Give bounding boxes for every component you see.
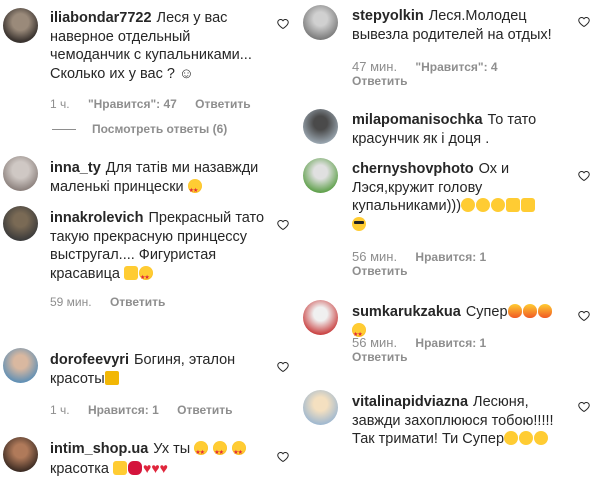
comment-username[interactable]: vitalinapidviazna [352,394,468,410]
comment-time[interactable]: 1 ч. [50,403,70,417]
heart-emoji-icon: ♥ [159,459,168,476]
comment-text: Ух ты [153,441,191,457]
ok-hand-emoji-icon [113,460,128,475]
comment-meta: 59 мин. Ответить [50,295,180,309]
comment-time[interactable]: 47 мин. [352,59,397,74]
fire-emoji-icon [507,304,522,318]
comment-time[interactable]: 56 мин. [352,249,397,264]
avatar[interactable] [303,109,338,144]
yum-emoji-icon [534,431,549,445]
comment-body: milapomanisochka То тато красунчик як і д… [352,111,557,148]
comment-body: inna_ty Для татів ми назавжди маленькі пр… [50,159,272,200]
thumbs-up-emoji-icon [124,265,138,280]
like-heart-icon[interactable] [578,401,590,413]
comment-likes[interactable]: Нравится: 1 [88,403,159,417]
reply-button[interactable]: Ответить [352,264,407,278]
comment-username[interactable]: milapomanisochka [352,112,483,128]
wink-emoji-icon [491,198,506,212]
comment-meta: 56 мин. Нравится: 1 Ответить [352,335,501,364]
avatar[interactable] [303,390,338,425]
comment-username[interactable]: inna_ty [50,160,101,176]
comment-text: Супер [465,304,508,320]
comment-meta: 56 мин. Нравится: 1 Ответить [352,249,501,278]
comment-text-line2: красотка [50,460,109,477]
comment-likes[interactable]: "Нравится": 4 [415,60,497,74]
comment-username[interactable]: dorofeevyri [50,352,129,368]
comment-username[interactable]: intim_shop.ua [50,441,148,457]
avatar[interactable] [3,348,38,383]
reply-button[interactable]: Ответить [352,74,407,88]
avatar[interactable] [303,158,338,193]
comment-body: vitalinapidviazna Лесюня, завжди захоплюю… [352,393,557,449]
heart-emoji-icon: ♥ [151,459,160,476]
like-heart-icon[interactable] [578,310,590,322]
like-heart-icon[interactable] [578,170,590,182]
comment-meta: 47 мин. "Нравится": 4 Ответить [352,59,513,88]
comment-meta: 1 ч. "Нравится": 47 Ответить [50,97,266,111]
comment-body: chernyshovphoto Ох и Лэся,кружит голову к… [352,160,557,234]
yum-emoji-icon [504,431,519,445]
reply-button[interactable]: Ответить [110,295,165,309]
comment-body: iliabondar7722 Леся у вас наверное отдель… [50,9,272,83]
star-struck-emoji-icon [213,441,228,463]
cool-emoji-icon [352,216,366,231]
comment-username[interactable]: sumkarukzakua [352,304,461,320]
reply-button[interactable]: Ответить [195,97,250,111]
like-heart-icon[interactable] [277,219,289,231]
avatar[interactable] [303,5,338,40]
like-heart-icon[interactable] [277,18,289,30]
replies-divider [52,129,76,131]
comment-meta: 1 ч. Нравится: 1 Ответить [50,403,248,417]
crown-emoji-icon [104,370,119,385]
comment-username[interactable]: iliabondar7722 [50,10,152,26]
avatar[interactable] [303,300,338,335]
comment-time[interactable]: 59 мин. [50,295,92,309]
avatar[interactable] [3,156,38,191]
avatar[interactable] [3,437,38,472]
comment-username[interactable]: innakrolevich [50,210,143,226]
lips-emoji-icon [128,460,143,475]
avatar[interactable] [3,8,38,43]
comment-body: innakrolevich Прекрасный тато такую прекр… [50,209,272,287]
comment-time[interactable]: 56 мин. [352,335,397,350]
star-struck-emoji-icon [194,441,209,463]
grin-emoji-icon [476,198,491,212]
comment-body: intim_shop.uaУх ты красотка ♥♥♥ [50,440,272,478]
yum-emoji-icon [461,198,476,212]
view-replies-label: Посмотреть ответы (6) [92,122,228,136]
comment-body: dorofeevyri Богиня, эталон красоты [50,351,272,388]
star-struck-emoji-icon [139,265,153,287]
comment-username[interactable]: stepyolkin [352,8,424,24]
fire-emoji-icon [522,304,537,318]
ok-hand-emoji-icon [521,198,536,212]
like-heart-icon[interactable] [277,451,289,463]
like-heart-icon[interactable] [578,16,590,28]
star-struck-emoji-icon [232,441,247,463]
avatar[interactable] [3,206,38,241]
reply-button[interactable]: Ответить [177,403,232,417]
comment-likes[interactable]: Нравится: 1 [415,250,486,264]
comment-likes[interactable]: Нравится: 1 [415,336,486,350]
comment-likes[interactable]: "Нравится": 47 [88,97,177,111]
like-heart-icon[interactable] [277,361,289,373]
fire-emoji-icon [537,304,552,318]
comment-time[interactable]: 1 ч. [50,97,70,111]
star-struck-emoji-icon [187,178,202,200]
view-replies-button[interactable]: Посмотреть ответы (6) [52,122,227,136]
thumbs-up-emoji-icon [506,198,521,212]
comment-body: stepyolkin Леся.Молодец вывезла родителей… [352,7,557,44]
comment-username[interactable]: chernyshovphoto [352,161,474,177]
reply-button[interactable]: Ответить [352,350,407,364]
yum-emoji-icon [519,431,534,445]
